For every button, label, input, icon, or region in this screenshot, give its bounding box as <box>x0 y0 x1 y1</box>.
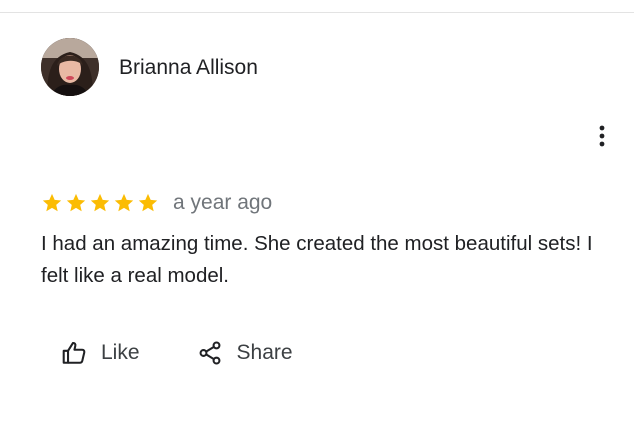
star-rating <box>41 192 159 214</box>
star-icon <box>66 193 86 212</box>
more-vertical-icon <box>599 125 605 147</box>
reviewer-avatar[interactable] <box>41 38 99 96</box>
like-label: Like <box>101 341 140 364</box>
star-icon <box>138 193 158 212</box>
avatar-photo <box>41 38 99 96</box>
more-options-button[interactable] <box>590 122 614 150</box>
star-icon <box>114 193 134 212</box>
thumbs-up-icon <box>62 341 86 364</box>
share-label: Share <box>236 341 293 364</box>
review-text: I had an amazing time. She created the m… <box>41 232 593 287</box>
rating-row: a year ago <box>41 188 272 218</box>
review-time: a year ago <box>173 191 273 214</box>
star-icon <box>42 193 62 212</box>
review-card: Brianna Allison a year ago I had an amaz… <box>0 0 634 432</box>
share-icon <box>199 341 220 365</box>
review-actions: Like Share <box>61 336 293 370</box>
star-icon <box>90 193 110 212</box>
share-button[interactable]: Share <box>197 340 293 366</box>
like-button[interactable]: Like <box>61 340 140 366</box>
reviewer-name[interactable]: Brianna Allison <box>119 55 258 81</box>
top-divider <box>0 12 634 13</box>
